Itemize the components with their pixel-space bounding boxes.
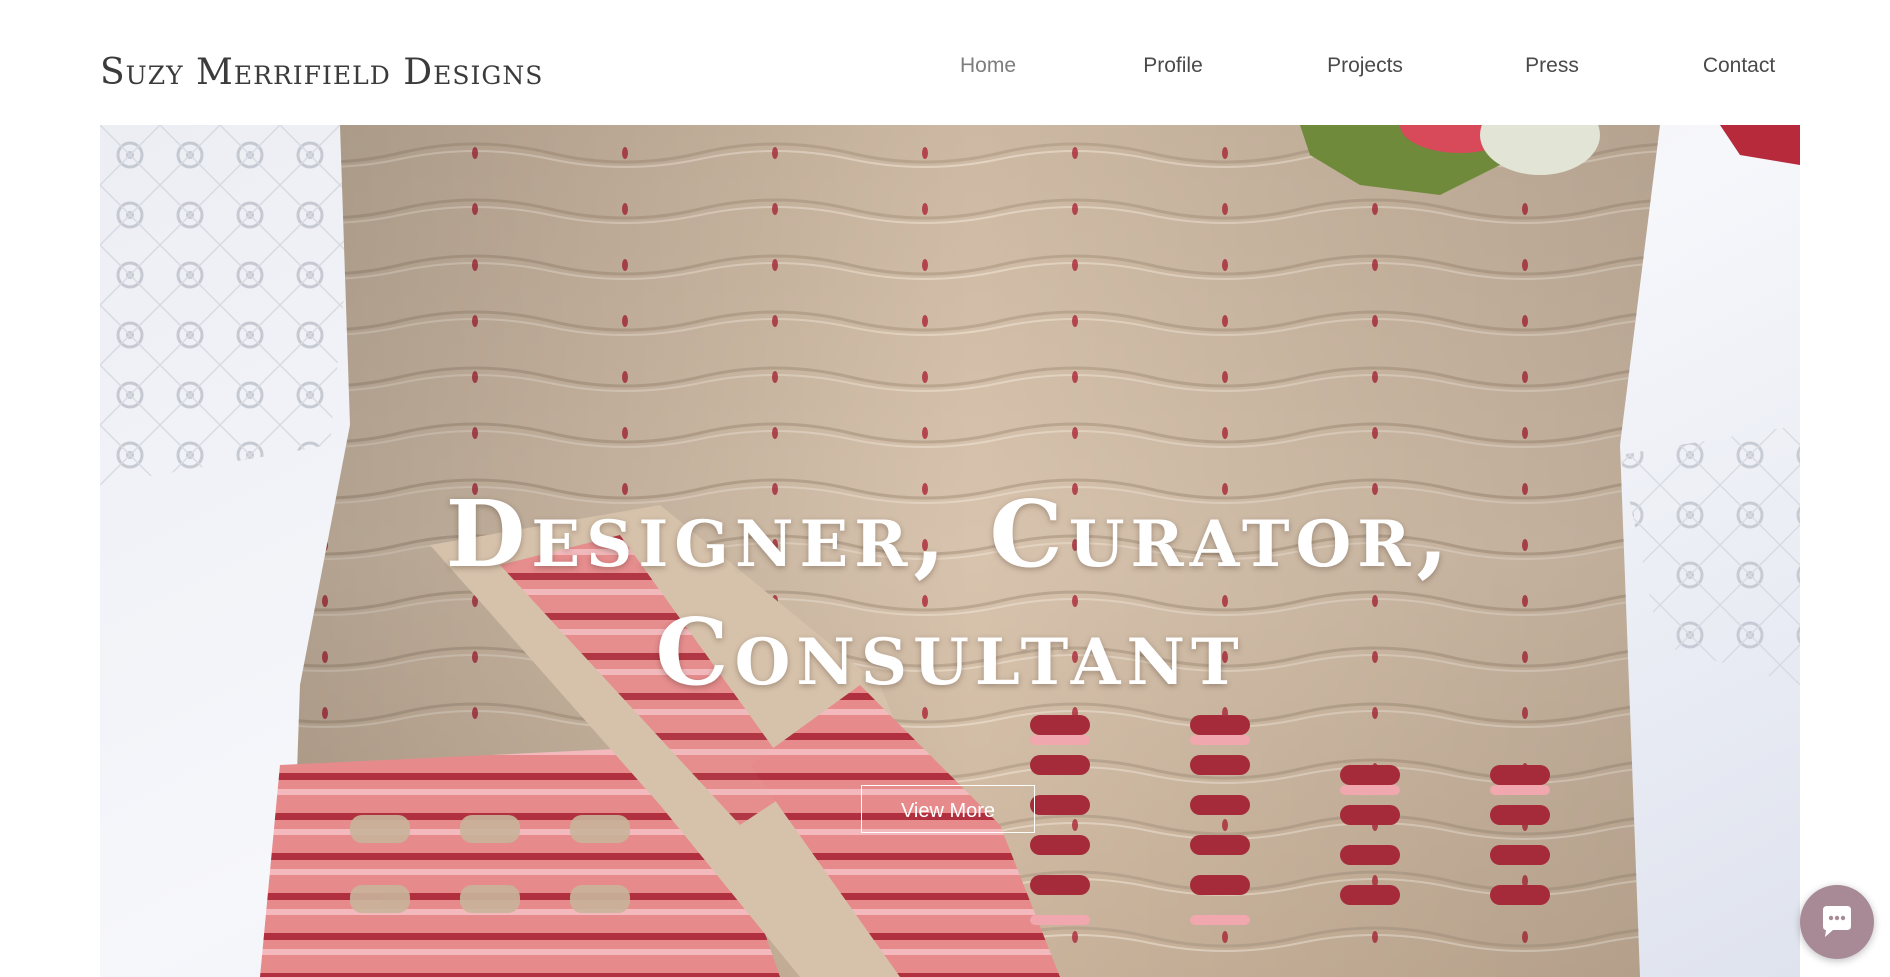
hero-section: Designer, Curator, Consultant View More — [100, 125, 1800, 977]
chat-button[interactable] — [1800, 885, 1874, 959]
chat-bubble-icon — [1823, 906, 1851, 937]
nav-home[interactable]: Home — [960, 54, 1016, 78]
nav-contact[interactable]: Contact — [1703, 54, 1775, 78]
nav-profile[interactable]: Profile — [1143, 54, 1203, 78]
hero-title-line-2: Consultant — [655, 598, 1245, 706]
nav-press[interactable]: Press — [1525, 54, 1579, 78]
nav-projects[interactable]: Projects — [1327, 54, 1403, 78]
hero-title: Designer, Curator, Consultant — [100, 475, 1800, 711]
hero-title-line-1: Designer, Curator, — [445, 480, 1455, 588]
main-nav: Home Profile Projects Press Contact — [0, 54, 1890, 84]
page: Suzy Merrifield Designs Home Profile Pro… — [0, 0, 1890, 977]
site-header: Suzy Merrifield Designs Home Profile Pro… — [0, 0, 1890, 125]
view-more-button[interactable]: View More — [861, 785, 1035, 833]
